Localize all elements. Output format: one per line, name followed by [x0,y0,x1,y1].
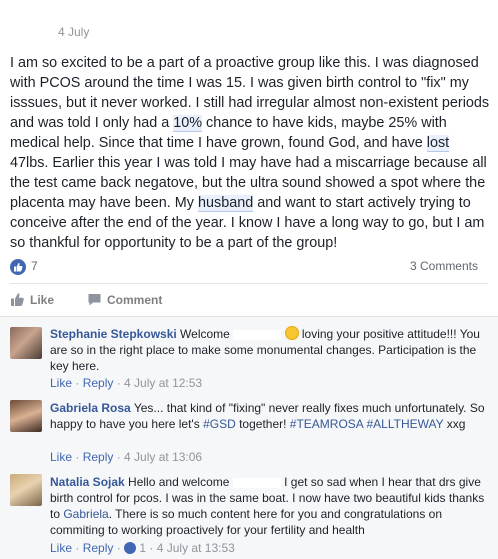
comment-author[interactable]: Stephanie Stepkowski [50,327,177,341]
comment-body: Stephanie Stepkowski Welcome loving your… [50,326,490,374]
comment-reply-link[interactable]: Reply [83,376,114,390]
smiley-emoji-icon [284,326,299,340]
comment-text: together! [235,417,290,431]
comment-author[interactable]: Natalia Sojak [50,475,125,489]
highlight-term[interactable]: husband [198,195,254,212]
thumbs-up-icon [11,293,24,306]
comment-time[interactable]: 4 July at 12:53 [124,376,202,390]
post-stats: 7 3 Comments [10,258,488,276]
avatar[interactable] [10,400,42,432]
like-count[interactable]: 7 [31,259,38,273]
comment-reply-link[interactable]: Reply [83,541,114,555]
comments-section: Stephanie Stepkowski Welcome loving your… [0,317,498,559]
like-reaction-icon[interactable] [10,259,26,275]
hashtag-link[interactable]: #GSD [203,417,236,431]
like-reaction-icon[interactable] [124,542,137,554]
comment-time[interactable]: 4 July at 13:53 [157,541,235,555]
comment-label: Comment [107,293,163,307]
comment-meta: Like · Reply · 4 July at 12:53 [50,376,203,390]
comment-text: Welcome [176,327,234,341]
comment-body: Natalia Sojak Hello and welcome I get so… [50,474,490,538]
comment-like-link[interactable]: Like [50,376,72,390]
highlight-term[interactable]: 10% [173,115,203,132]
comment-body: Gabriela Rosa Yes... that kind of "fixin… [50,400,490,432]
comment-author[interactable]: Gabriela Rosa [50,401,131,415]
comment-time[interactable]: 4 July at 13:06 [124,450,202,464]
comment-text: xxg [443,417,466,431]
hashtag-link[interactable]: #TEAMROSA [290,417,363,431]
comment-reply-link[interactable]: Reply [83,450,114,464]
avatar[interactable] [10,327,42,359]
post-body: I am so excited to be a part of a proact… [10,53,490,253]
comment-like-count[interactable]: 1 [139,541,146,555]
divider [10,283,488,284]
post-card: 4 July I am so excited to be a part of a… [0,0,498,559]
redacted-mention [233,329,282,340]
like-label: Like [30,293,55,307]
avatar[interactable] [10,474,42,506]
highlight-term[interactable]: lost [426,135,450,152]
comment-meta: Like · Reply · 4 July at 13:06 [50,450,203,464]
comment-meta: Like · Reply · 1 · 4 July at 13:53 [50,541,235,555]
hashtag-link[interactable]: #ALLTHEWAY [367,417,444,431]
comment-icon [88,294,101,306]
mention-link[interactable]: Gabriela [63,507,108,521]
post-date[interactable]: 4 July [58,25,89,39]
redacted-mention [232,477,281,488]
comment-like-link[interactable]: Like [50,450,72,464]
comment-like-link[interactable]: Like [50,541,72,555]
comment-text: . There is so much content here for you … [50,507,443,537]
comment-text: Hello and welcome [124,475,233,489]
comments-count[interactable]: 3 Comments [410,259,478,273]
